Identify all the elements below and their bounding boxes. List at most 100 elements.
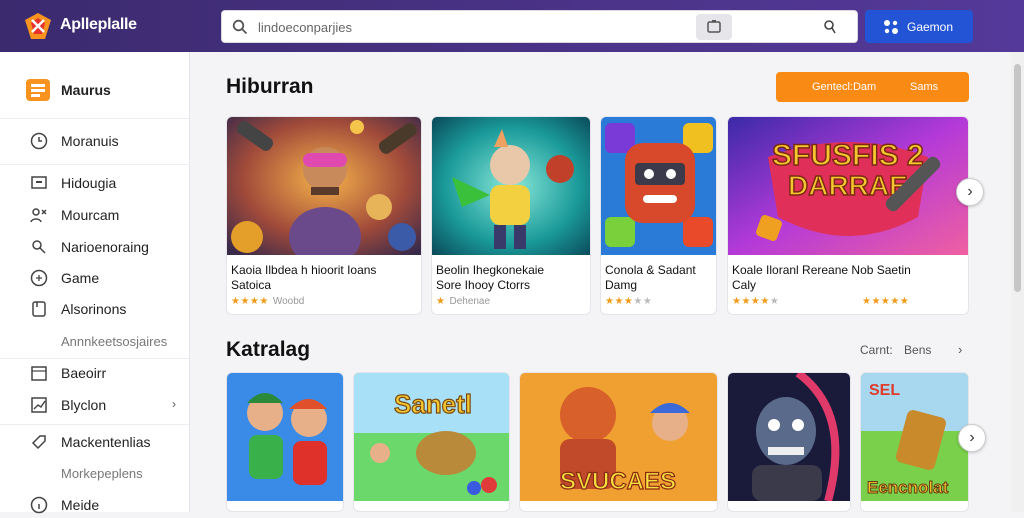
game-thumbnail xyxy=(601,117,716,255)
sidebar-item-label: Hidougia xyxy=(61,175,117,191)
game-title: Beolin Ihegkonekaie xyxy=(436,263,545,277)
game-title: Koale Iloranl Rereane Nob Saetin xyxy=(732,263,911,277)
game-thumbnail xyxy=(227,373,343,501)
game-card[interactable]: SVUCAES xyxy=(519,372,718,512)
sidebar-item-6[interactable]: Alsorinons xyxy=(0,296,190,322)
game-card[interactable]: Sanetl xyxy=(353,372,510,512)
sidebar: Maurus Moranuis Hidougia Mourcam Narioen… xyxy=(0,52,190,514)
rating-meta: Woobd xyxy=(272,296,305,307)
puzzle-icon xyxy=(32,240,46,254)
see-more-link[interactable]: Carnt: Bens xyxy=(860,343,931,357)
voice-search-icon[interactable] xyxy=(822,18,840,36)
game-title: Conola & Sadant xyxy=(605,263,696,277)
see-more-label: Carnt: xyxy=(860,343,893,357)
carousel-next-button[interactable]: › xyxy=(956,178,984,206)
chevron-right-icon[interactable]: › xyxy=(958,342,962,357)
svg-text:SVUCAES: SVUCAES xyxy=(560,468,676,495)
search-icon xyxy=(232,19,248,35)
chevron-right-icon: › xyxy=(969,429,975,446)
game-thumbnail: SVUCAES xyxy=(520,373,717,501)
see-more-label-2: Bens xyxy=(904,343,932,357)
svg-text:SEL: SEL xyxy=(869,382,900,399)
sidebar-item-label: Annnkeetsosjaires xyxy=(61,334,168,349)
sidebar-item-3[interactable]: Mourcam xyxy=(0,202,190,228)
rating-stars: ★★★★★ xyxy=(605,296,653,307)
game-thumbnail: Sanetl xyxy=(354,373,509,501)
rating-stars: ★★★★★ xyxy=(732,296,780,307)
game-thumbnail xyxy=(227,117,421,255)
bookmark-icon xyxy=(32,301,46,317)
search-input[interactable]: lindoeconparjies xyxy=(258,20,352,35)
signin-label: Gaemon xyxy=(907,20,954,34)
game-card[interactable]: Kaoia Ilbdea h hioorit Ioans Satoica ★★★… xyxy=(226,116,422,315)
sidebar-item-label: Game xyxy=(61,270,100,286)
camera-icon xyxy=(707,20,721,33)
image-search-button[interactable] xyxy=(696,14,732,40)
game-card[interactable]: SFUSFIS 2 DARRAE Koale Iloranl Rereane N… xyxy=(727,116,969,315)
chart-icon xyxy=(31,397,47,413)
sidebar-subitem[interactable]: Annnkeetsosjaires xyxy=(0,329,190,355)
sidebar-item-label: Blyclon xyxy=(61,397,107,413)
svg-text:SFUSFIS 2: SFUSFIS 2 xyxy=(772,139,924,172)
sidebar-divider xyxy=(0,118,190,119)
game-card[interactable] xyxy=(226,372,344,512)
scrollbar-thumb[interactable] xyxy=(1014,64,1021,292)
sidebar-subitem[interactable]: Morkepeplens xyxy=(0,461,190,487)
svg-text:Sanetl: Sanetl xyxy=(394,389,472,419)
sidebar-item-10[interactable]: Mackentenlias xyxy=(0,429,190,455)
sidebar-item-home[interactable]: Maurus xyxy=(0,77,190,103)
sidebar-item-12[interactable]: Meide xyxy=(0,492,190,518)
sidebar-item-4[interactable]: Narioenoraing xyxy=(0,234,190,260)
sidebar-item-9[interactable]: Blyclon › xyxy=(0,392,190,418)
chevron-right-icon: › xyxy=(967,183,973,200)
app-logo-icon[interactable] xyxy=(24,12,52,40)
rating-stars: ★ Dehenae xyxy=(436,296,491,307)
info-icon xyxy=(30,496,48,514)
people-icon xyxy=(30,208,47,223)
game-thumbnail: Eencnolat SEL xyxy=(861,373,968,501)
sidebar-item-label: Mackentenlias xyxy=(61,434,151,450)
game-card[interactable] xyxy=(727,372,851,512)
top-bar: Aplleplalle lindoeconparjies Gaemon xyxy=(0,0,1024,52)
gamepad-icon xyxy=(30,269,48,287)
game-subtitle: Satoica xyxy=(231,278,272,292)
svg-text:DARRAE: DARRAE xyxy=(788,170,908,201)
sidebar-item-label: Moranuis xyxy=(61,133,119,149)
sidebar-item-2[interactable]: Hidougia xyxy=(0,170,190,196)
game-card[interactable]: Beolin Ihegkonekaie Sore Ihooy Ctorrs ★ D… xyxy=(431,116,591,315)
game-card[interactable]: Conola & Sadant Damg ★★★★★ xyxy=(600,116,717,315)
app-name[interactable]: Aplleplalle xyxy=(60,16,137,34)
sidebar-item-label: Alsorinons xyxy=(61,301,127,317)
tv-icon xyxy=(31,176,47,189)
chevron-right-icon[interactable]: › xyxy=(172,397,176,411)
game-card[interactable]: Eencnolat SEL xyxy=(860,372,969,512)
signin-button[interactable]: Gaemon xyxy=(865,10,973,43)
apps-icon xyxy=(26,79,50,101)
game-subtitle: Caly xyxy=(732,278,757,292)
sidebar-item-label: Meide xyxy=(61,497,100,513)
section-title: Hiburran xyxy=(226,75,314,98)
calendar-icon xyxy=(31,366,47,381)
game-thumbnail xyxy=(728,373,850,501)
browse-button-label: Gentecl:Dam xyxy=(812,81,877,93)
browse-button-label-2: Sams xyxy=(910,81,939,93)
search-bar[interactable]: lindoeconparjies xyxy=(221,10,858,43)
clock-icon xyxy=(30,132,48,150)
tag-icon xyxy=(31,435,46,450)
sidebar-item-1[interactable]: Moranuis xyxy=(0,128,190,154)
sidebar-item-5[interactable]: Game xyxy=(0,265,190,291)
sidebar-item-8[interactable]: Baeoirr xyxy=(0,360,190,386)
rating-stars: ★★★★ Woobd xyxy=(231,296,305,307)
scrollbar[interactable] xyxy=(1011,52,1024,512)
browse-button[interactable]: Gentecl:Dam Sams xyxy=(776,72,969,102)
game-thumbnail xyxy=(432,117,590,255)
sidebar-divider xyxy=(0,164,190,165)
svg-text:Eencnolat: Eencnolat xyxy=(867,478,949,497)
section-title: Katralag xyxy=(226,338,311,361)
grid-icon xyxy=(884,20,898,34)
sidebar-item-label: Morkepeplens xyxy=(61,466,143,481)
sidebar-divider xyxy=(0,358,190,359)
rating-stars-secondary: ★★★★★ xyxy=(862,296,910,307)
carousel-next-button[interactable]: › xyxy=(958,424,986,452)
game-thumbnail: SFUSFIS 2 DARRAE xyxy=(728,117,968,255)
